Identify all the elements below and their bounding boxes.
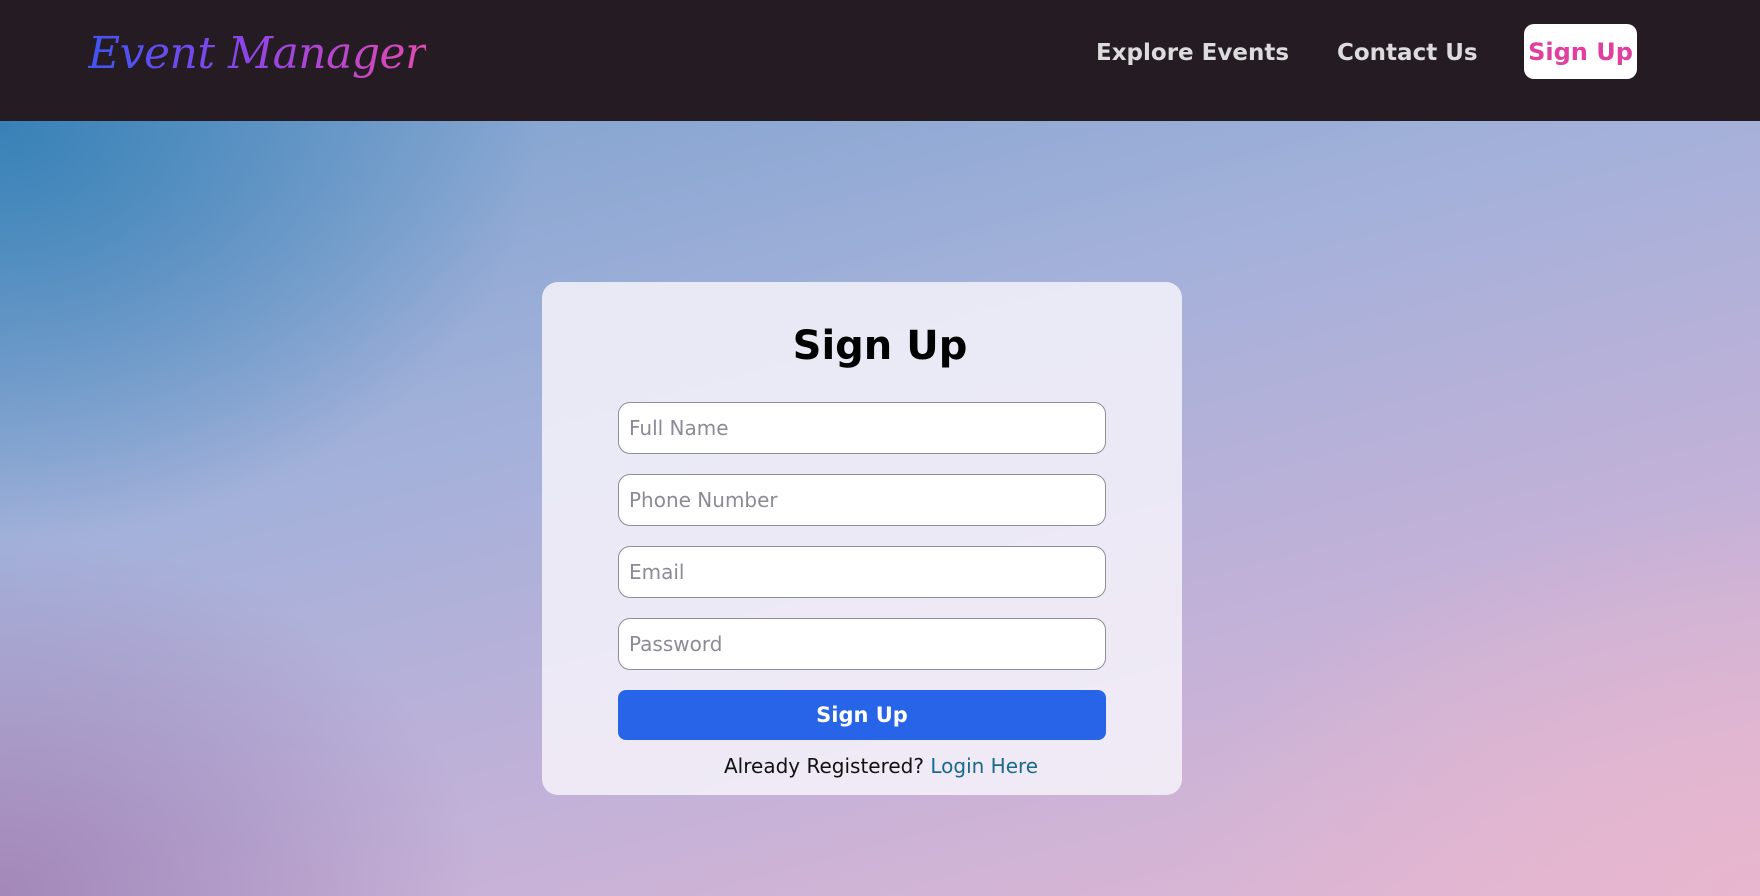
login-here-link[interactable]: Login Here <box>930 754 1038 778</box>
sign-up-submit-button[interactable]: Sign Up <box>618 690 1106 740</box>
nav-sign-up-button[interactable]: Sign Up <box>1524 24 1637 79</box>
email-input[interactable] <box>618 546 1106 598</box>
nav-contact-us[interactable]: Contact Us <box>1337 36 1478 70</box>
nav-explore-events[interactable]: Explore Events <box>1096 36 1289 70</box>
full-name-input[interactable] <box>618 402 1106 454</box>
phone-number-input[interactable] <box>618 474 1106 526</box>
form-title: Sign Up <box>792 323 968 369</box>
brand-logo[interactable]: Event Manager <box>88 22 426 86</box>
top-navbar: Event Manager Explore Events Contact Us … <box>0 0 1760 121</box>
login-prompt-text: Already Registered? <box>724 754 924 778</box>
password-input[interactable] <box>618 618 1106 670</box>
